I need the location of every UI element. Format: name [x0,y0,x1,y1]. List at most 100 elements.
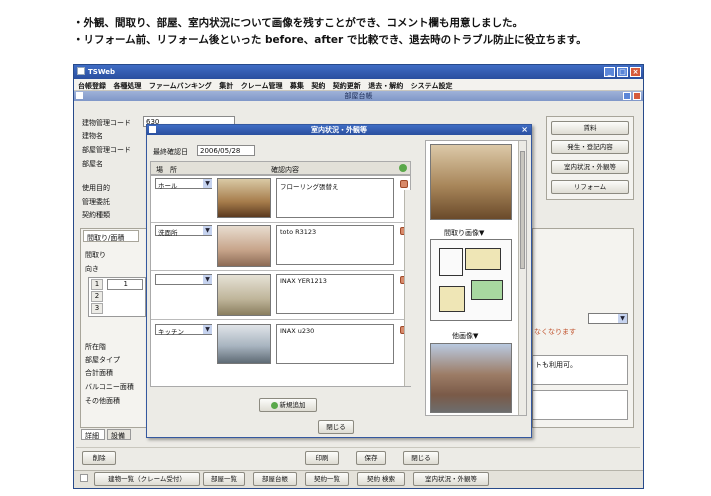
close-button[interactable]: 閉じる [403,451,439,465]
content-field-2[interactable]: toto R3123 [276,225,394,265]
madori-list: 1 1 2 3 [88,277,146,317]
dialog-icon [149,126,156,133]
menu-item-daicho[interactable]: 台帳登録 [78,82,106,90]
delete-button[interactable]: 削除 [82,451,116,465]
dialog-close-icon[interactable]: × [521,125,528,135]
content-field-3[interactable]: INAX YER1213 [276,274,394,314]
nav-contract-search[interactable]: 契約 検索 [357,472,405,486]
menu-item-keiyaku[interactable]: 契約 [311,82,325,90]
app-title: TSWeb [88,68,116,76]
content-field-4[interactable]: INAX u230 [276,324,394,364]
minimize-icon[interactable]: _ [604,67,615,77]
add-new-label: 新規追加 [279,401,306,409]
label-purpose: 使用目的 [82,184,110,192]
floorplan-image[interactable] [430,239,512,321]
nav-room-status[interactable]: 室内状況・外観等 [413,472,489,486]
floorplan-image-label[interactable]: 間取り画像▼ [444,228,484,238]
photo-washroom[interactable] [217,225,271,267]
image-column: 間取り画像▼ 他画像▼ [425,140,527,416]
tab-madori[interactable]: 間取り/面積 [83,230,139,242]
list-header: 場 所 確認内容 [150,161,411,175]
menu-item-shukei[interactable]: 集計 [219,82,233,90]
row1-value-field[interactable]: 1 [107,279,143,290]
subwindow-restore-icon[interactable] [623,92,631,100]
caption-line-2: ・リフォーム前、リフォーム後といった before、after で比較でき、退去… [73,34,587,46]
app-icon [77,67,85,75]
content-field-1[interactable]: フローリング張替え [276,178,394,218]
subwindow-titlebar: 部屋台帳 [74,91,643,101]
right-text-area-2[interactable] [532,390,628,420]
right-note-area[interactable]: トも利用可。 [532,355,628,385]
tab-detail[interactable]: 詳細 [81,429,105,440]
nav-room-ledger[interactable]: 部屋台帳 [253,472,297,486]
list-row-3[interactable]: 3 [91,303,103,314]
menu-bar: 台帳登録 各種処理 ファームバンキング 集計 クレーム管理 募集 契約 契約更新… [74,79,643,91]
label-total-area: 合計面積 [85,369,113,377]
menu-item-firm-banking[interactable]: ファームバンキング [149,82,212,90]
row-divider [151,319,410,320]
nav-contract-list[interactable]: 契約一覧 [305,472,349,486]
dialog-title: 室内状況・外観等 [311,126,367,134]
label-room-code: 部屋管理コード [82,146,131,154]
label-management: 管理委託 [82,198,110,206]
image-scrollbar[interactable] [518,141,526,415]
menu-item-boshu[interactable]: 募集 [290,82,304,90]
footer-divider [76,447,640,448]
chevron-down-icon: ▼ [203,275,212,284]
floorplan-room-c [471,280,503,300]
print-button[interactable]: 印刷 [305,451,339,465]
label-muki: 向き [85,265,99,273]
chevron-down-icon: ▼ [618,314,627,323]
chevron-down-icon: ▼ [203,179,212,188]
delete-row-icon[interactable] [400,180,408,188]
nav-room-list[interactable]: 部屋一覧 [203,472,245,486]
dialog-close-button[interactable]: 閉じる [318,420,354,434]
nav-home-icon[interactable] [80,474,88,482]
row-divider [151,222,410,223]
photo-kitchen[interactable] [217,324,271,364]
menu-item-claim[interactable]: クレーム管理 [241,82,283,90]
menu-item-shori[interactable]: 各種処理 [113,82,141,90]
app-titlebar: TSWeb _ □ × [74,65,643,79]
add-new-button[interactable]: 新規追加 [259,398,317,412]
rent-button[interactable]: 賃料 [551,121,629,135]
registration-button[interactable]: 発生・登記内容 [551,140,629,154]
photo-hall[interactable] [217,178,271,218]
label-building-name: 建物名 [82,132,103,140]
menu-item-koshin[interactable]: 契約更新 [333,82,361,90]
subwindow-icon [76,92,83,99]
dialog-titlebar: 室内状況・外観等 × [147,125,531,135]
subwindow-close-icon[interactable] [633,92,641,100]
list-row-2[interactable]: 2 [91,291,103,302]
menu-item-system[interactable]: システム設定 [411,82,453,90]
list-row-1[interactable]: 1 [91,279,103,290]
image-exterior[interactable] [430,343,512,413]
room-status-button[interactable]: 室内状況・外観等 [551,160,629,174]
add-row-icon[interactable] [399,164,407,172]
tab-equipment[interactable]: 設備 [107,429,131,440]
row-divider [151,270,410,271]
save-button[interactable]: 保存 [356,451,386,465]
chevron-down-icon: ▼ [203,325,212,334]
floorplan-room-d [439,286,465,312]
label-room-type: 部屋タイプ [85,356,120,364]
menu-item-taikyo[interactable]: 退去・解約 [368,82,403,90]
photo-toilet[interactable] [217,274,271,316]
nav-building-list[interactable]: 建物一覧（クレーム受付） [94,472,200,486]
close-icon[interactable]: × [630,67,641,77]
other-image-label[interactable]: 他画像▼ [452,331,478,341]
caption-line-1: ・外観、間取り、部屋、室内状況について画像を残すことができ、コメント欄も用意しま… [73,17,524,29]
room-status-dialog: 室内状況・外観等 × 最終確認日 2006/05/28 場 所 確認内容 ホール… [146,124,532,438]
right-note-1: なくなります [534,328,576,336]
last-check-label: 最終確認日 [153,148,188,156]
maximize-icon[interactable]: □ [617,67,628,77]
image-room[interactable] [430,144,512,220]
last-check-date-field[interactable]: 2006/05/28 [197,145,255,156]
image-scroll-thumb[interactable] [520,151,525,269]
col-place: 場 所 [156,166,177,174]
floorplan-room-b [465,248,501,270]
reform-button[interactable]: リフォーム [551,180,629,194]
right-select[interactable]: ▼ [588,313,628,324]
label-contract-type: 契約種類 [82,211,110,219]
list-scrollbar[interactable] [404,190,411,386]
